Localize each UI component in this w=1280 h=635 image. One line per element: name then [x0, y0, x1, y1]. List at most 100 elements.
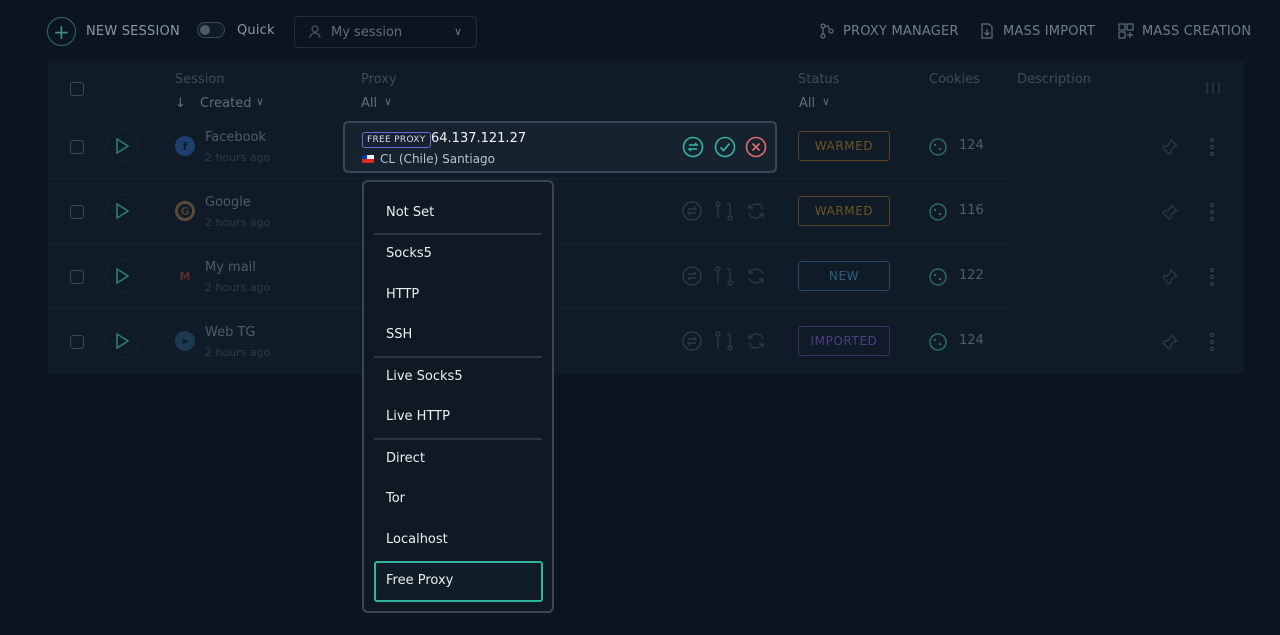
telegram-icon: ➤: [175, 331, 195, 351]
session-name[interactable]: Google: [205, 195, 251, 210]
swap-icon[interactable]: [681, 330, 703, 352]
mail-icon: M: [179, 269, 191, 283]
proxy-ip[interactable]: 64.137.121.27: [431, 131, 526, 146]
mass-creation-button[interactable]: MASS CREATION: [1118, 23, 1251, 39]
confirm-check-icon[interactable]: [714, 136, 736, 158]
proxy-manager-button[interactable]: PROXY MANAGER: [819, 23, 959, 39]
row-checkbox[interactable]: [70, 335, 84, 349]
session-time: 2 hours ago: [205, 216, 271, 229]
play-button[interactable]: [105, 194, 139, 228]
session-select-value: My session: [331, 24, 403, 40]
session-name[interactable]: Web TG: [205, 325, 256, 340]
play-button[interactable]: [105, 129, 139, 163]
table-row[interactable]: ➤ Web TG 2 hours ago IMPORTED 124: [48, 309, 1244, 373]
swap-icon[interactable]: [681, 265, 703, 287]
option-localhost[interactable]: Localhost: [386, 532, 448, 547]
session-name[interactable]: My mail: [205, 260, 256, 275]
option-tor[interactable]: Tor: [386, 491, 405, 506]
select-all-checkbox[interactable]: [70, 82, 84, 96]
more-menu-icon[interactable]: [1210, 138, 1214, 156]
option-direct[interactable]: Direct: [386, 451, 425, 466]
more-menu-icon[interactable]: [1210, 333, 1214, 351]
refresh-icon[interactable]: [745, 265, 767, 287]
play-icon: [116, 333, 129, 349]
google-icon: G: [175, 201, 195, 221]
option-live-http[interactable]: Live HTTP: [386, 409, 450, 424]
play-button[interactable]: [105, 324, 139, 358]
columns-icon[interactable]: [1205, 81, 1221, 95]
status-badge[interactable]: NEW: [798, 261, 890, 291]
cookie-icon: [929, 203, 947, 221]
more-menu-icon[interactable]: [1210, 268, 1214, 286]
proxy-filter[interactable]: All: [361, 96, 377, 111]
proxy-editor[interactable]: FREE PROXY 64.137.121.27 CL (Chile) Sant…: [343, 121, 777, 173]
status-badge[interactable]: WARMED: [798, 196, 890, 226]
session-select[interactable]: My session ∨: [294, 16, 477, 48]
route-icon[interactable]: [713, 330, 735, 352]
more-menu-icon[interactable]: [1210, 203, 1214, 221]
quick-toggle[interactable]: [197, 22, 225, 38]
session-time: 2 hours ago: [205, 346, 271, 359]
chevron-down-icon[interactable]: ∨: [384, 95, 392, 108]
pin-icon[interactable]: [1161, 333, 1179, 351]
option-http[interactable]: HTTP: [386, 287, 419, 302]
pin-icon[interactable]: [1161, 203, 1179, 221]
grid-plus-icon: [1118, 23, 1134, 39]
chevron-down-icon: ∨: [453, 25, 462, 38]
session-header: Session: [175, 72, 225, 87]
table-row[interactable]: M My mail 2 hours ago NEW 122: [48, 244, 1244, 308]
cookies-count: 116: [959, 203, 984, 218]
refresh-icon[interactable]: [745, 200, 767, 222]
session-name[interactable]: Facebook: [205, 130, 266, 145]
status-badge[interactable]: IMPORTED: [798, 326, 890, 356]
row-checkbox[interactable]: [70, 205, 84, 219]
proxy-manager-label: PROXY MANAGER: [843, 23, 959, 39]
pin-icon[interactable]: [1161, 268, 1179, 286]
top-toolbar: + NEW SESSION Quick My session ∨ PROXY M…: [0, 0, 1280, 64]
option-live-socks5[interactable]: Live Socks5: [386, 369, 463, 384]
new-session-button[interactable]: + NEW SESSION: [47, 17, 180, 46]
facebook-icon: f: [175, 136, 195, 156]
cookie-icon: [929, 138, 947, 156]
divider: [374, 233, 542, 235]
status-badge[interactable]: WARMED: [798, 131, 890, 161]
chevron-down-icon[interactable]: ∨: [256, 95, 264, 108]
mass-creation-label: MASS CREATION: [1142, 23, 1252, 39]
option-free-proxy[interactable]: Free Proxy: [386, 573, 453, 588]
quick-toggle-group[interactable]: Quick: [197, 22, 275, 38]
status-header: Status: [798, 72, 840, 87]
swap-icon[interactable]: [681, 200, 703, 222]
mass-import-button[interactable]: MASS IMPORT: [979, 23, 1095, 39]
proxy-location: CL (Chile) Santiago: [362, 152, 495, 166]
option-not-set[interactable]: Not Set: [386, 205, 434, 220]
refresh-icon[interactable]: [745, 330, 767, 352]
cookie-icon: [929, 333, 947, 351]
mass-import-label: MASS IMPORT: [1003, 23, 1096, 39]
cancel-close-icon[interactable]: [745, 136, 767, 158]
proxy-type-badge: FREE PROXY: [362, 132, 431, 148]
option-ssh[interactable]: SSH: [386, 327, 412, 342]
cookies-count: 124: [959, 333, 984, 348]
new-session-label: NEW SESSION: [86, 24, 180, 39]
sort-arrow-icon[interactable]: ↓: [175, 96, 186, 111]
table-row[interactable]: G Google 2 hours ago WARMED 116: [48, 179, 1244, 243]
option-socks5[interactable]: Socks5: [386, 246, 432, 261]
divider: [374, 438, 542, 440]
pin-icon[interactable]: [1161, 138, 1179, 156]
session-sort-label[interactable]: Created: [200, 96, 251, 111]
play-button[interactable]: [105, 259, 139, 293]
route-icon[interactable]: [713, 200, 735, 222]
cookies-count: 124: [959, 138, 984, 153]
plus-circle-icon: +: [47, 17, 76, 46]
play-icon: [116, 203, 129, 219]
row-checkbox[interactable]: [70, 270, 84, 284]
row-checkbox[interactable]: [70, 140, 84, 154]
swap-icon[interactable]: [682, 136, 704, 158]
proxy-type-dropdown[interactable]: Not Set Socks5 HTTP SSH Live Socks5 Live…: [362, 180, 554, 613]
quick-label: Quick: [237, 22, 275, 38]
proxy-header: Proxy: [361, 72, 397, 87]
chevron-down-icon[interactable]: ∨: [822, 95, 830, 108]
play-icon: [116, 268, 129, 284]
status-filter[interactable]: All: [799, 96, 815, 111]
route-icon[interactable]: [713, 265, 735, 287]
